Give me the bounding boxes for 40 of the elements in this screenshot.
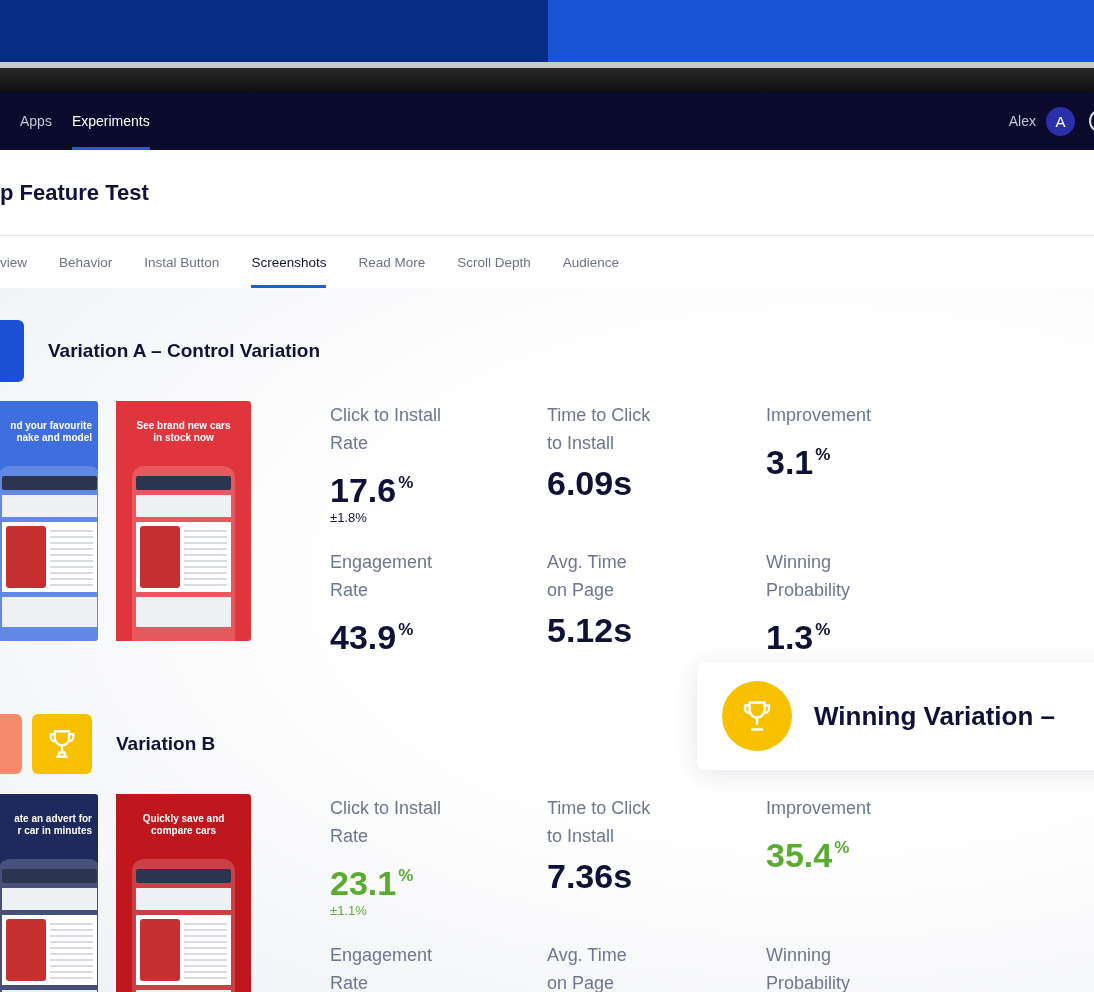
user-avatar[interactable]: A: [1046, 106, 1075, 136]
metric-margin: ±1.1%: [330, 903, 368, 918]
tab[interactable]: Read More: [358, 236, 426, 288]
screenshot-caption: See brand new cars in stock now: [136, 420, 231, 444]
metric-label: Avg. Time on Page: [547, 551, 628, 602]
user-name: Alex: [1008, 113, 1036, 129]
metric-value: 6.09s: [547, 463, 634, 503]
metric-label: Time to Click to Install: [547, 797, 652, 848]
metric-label: Improvement: [766, 797, 873, 820]
variation-title: Variation B: [116, 733, 216, 755]
page-title: p Feature Test: [0, 179, 149, 206]
metric-label: Engagement Rate: [330, 551, 434, 602]
screenshot-caption: Quickly save and compare cars: [142, 813, 225, 837]
tab[interactable]: Instal Button: [144, 236, 220, 288]
metric-label: Avg. Time on Page: [547, 944, 628, 992]
metric-margin: ±1.8%: [330, 510, 368, 525]
metric-label: Click to Install Rate: [330, 404, 443, 455]
metric-label: Time to Click to Install: [547, 404, 652, 455]
metric-value: 3.1$^{%}$: [766, 442, 832, 482]
metric-label: Improvement: [766, 404, 873, 427]
metric-value: 1.3$^{%}$: [766, 617, 832, 657]
nav-link[interactable]: Apps: [20, 92, 52, 150]
screenshot-caption: ate an advert for r car in minutes: [14, 813, 92, 837]
metric-value: 17.6$^{%}$: [330, 470, 415, 510]
metric-value: 7.36s: [547, 856, 634, 896]
metric-label: Engagement Rate: [330, 944, 434, 992]
metric-value: 35.4$^{%}$: [766, 835, 851, 875]
tab[interactable]: Audience: [562, 236, 620, 288]
metric-value: 23.1$^{%}$: [330, 863, 415, 903]
tab[interactable]: Scroll Depth: [457, 236, 531, 288]
metric-label: Click to Install Rate: [330, 797, 443, 848]
metric-value: 5.12s: [547, 610, 634, 650]
tab[interactable]: Behavior: [59, 236, 113, 288]
variation-title: Variation A – Control Variation: [48, 340, 321, 362]
winner-title: Winning Variation –: [814, 700, 1055, 732]
screenshot-caption: nd your favourite nake and model: [10, 420, 92, 444]
metric-label: Winning Probability: [766, 551, 852, 602]
tab[interactable]: view: [0, 236, 27, 288]
metric-value: 43.9$^{%}$: [330, 617, 415, 657]
metric-label: Winning Probability: [766, 944, 852, 992]
